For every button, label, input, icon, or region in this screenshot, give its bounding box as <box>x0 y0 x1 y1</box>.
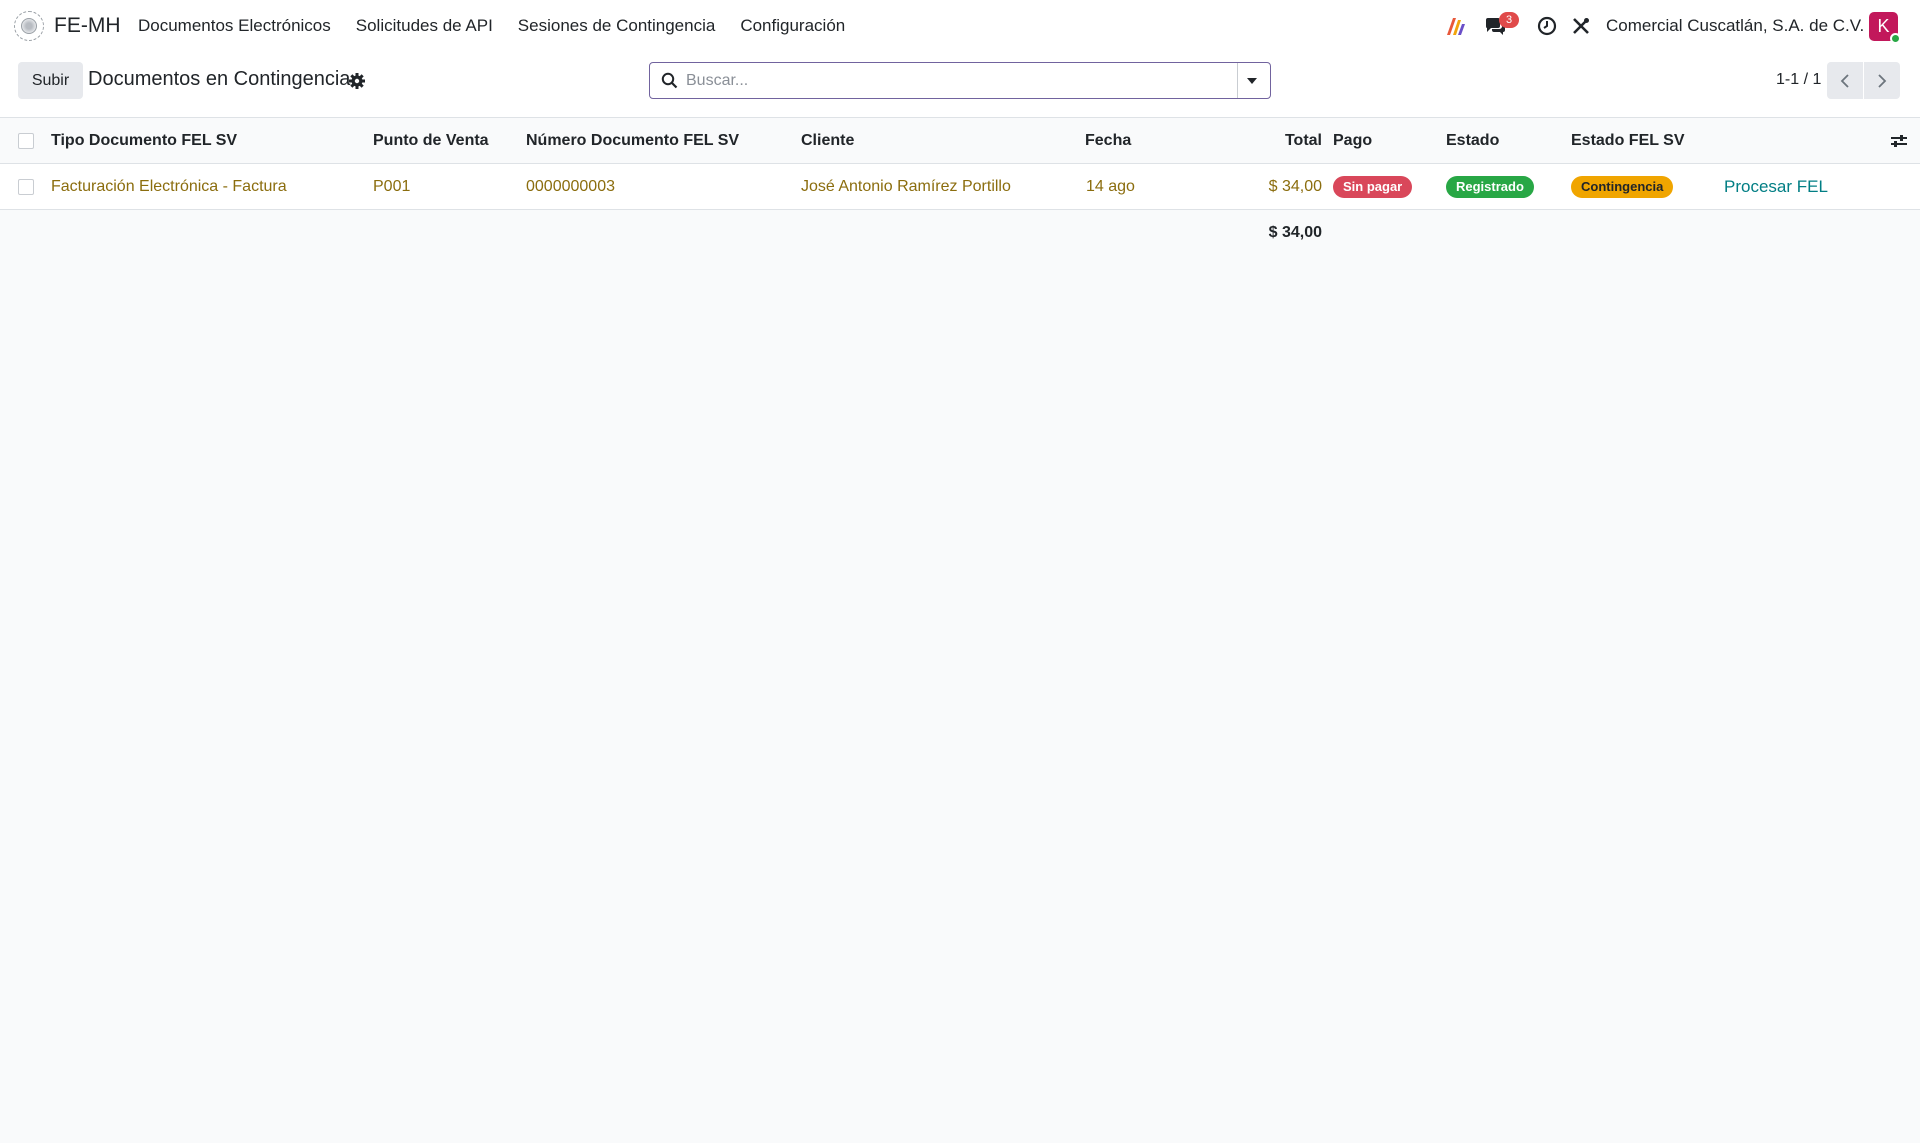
table-row[interactable]: Facturación Electrónica - Factura P001 0… <box>0 164 1920 210</box>
column-header-numero[interactable]: Número Documento FEL SV <box>526 118 739 164</box>
search-bar <box>649 62 1271 99</box>
column-header-total[interactable]: Total <box>1180 118 1322 164</box>
fel-state-badge: Contingencia <box>1571 176 1674 198</box>
cell-numero[interactable]: 0000000003 <box>526 164 615 210</box>
state-badge: Registrado <box>1446 176 1534 198</box>
footer-total: $ 34,00 <box>1268 224 1322 241</box>
avatar-letter: K <box>1877 16 1890 36</box>
app-name[interactable]: FE-MH <box>54 14 121 38</box>
control-panel: Subir Documentos en Contingencia Buscar.… <box>0 52 1920 118</box>
select-all-checkbox[interactable] <box>18 133 34 149</box>
menu-item-configuracion[interactable]: Configuración <box>740 16 845 36</box>
top-navbar: FE-MH Documentos Electrónicos Solicitude… <box>0 0 1920 52</box>
tools-icon[interactable] <box>1572 15 1590 37</box>
table-header: Tipo Documento FEL SV Punto de Venta Núm… <box>0 118 1920 164</box>
pager-value[interactable]: 1-1 / 1 <box>1776 71 1821 89</box>
upload-button[interactable]: Subir <box>18 62 83 99</box>
search-options-toggle[interactable] <box>1247 78 1257 84</box>
menu-item-documentos[interactable]: Documentos Electrónicos <box>138 16 331 36</box>
pager-previous-button[interactable] <box>1827 62 1863 99</box>
payment-status-badge: Sin pagar <box>1333 176 1413 198</box>
clock-icon[interactable] <box>1537 15 1557 37</box>
search-icon <box>661 72 678 94</box>
row-checkbox[interactable] <box>18 179 34 195</box>
process-fel-button[interactable]: Procesar FEL <box>1724 164 1828 210</box>
online-status-dot <box>1890 33 1901 44</box>
search-divider <box>1237 63 1238 98</box>
menu-item-sesiones[interactable]: Sesiones de Contingencia <box>518 16 716 36</box>
seal-icon[interactable] <box>14 11 44 41</box>
column-header-pago[interactable]: Pago <box>1333 118 1372 164</box>
column-header-fecha[interactable]: Fecha <box>1085 118 1131 164</box>
cell-fecha[interactable]: 14 ago <box>1086 164 1135 210</box>
column-header-punto[interactable]: Punto de Venta <box>373 118 489 164</box>
main-menu: Documentos Electrónicos Solicitudes de A… <box>138 16 845 36</box>
cell-pago: Sin pagar <box>1333 164 1413 210</box>
table-footer: $ 34,00 <box>0 210 1920 256</box>
cell-tipo[interactable]: Facturación Electrónica - Factura <box>51 164 287 210</box>
cell-cliente[interactable]: José Antonio Ramírez Portillo <box>801 164 1011 210</box>
page-title: Documentos en Contingencia <box>88 68 351 90</box>
cell-total[interactable]: $ 34,00 <box>1180 164 1322 210</box>
pager-next-button[interactable] <box>1864 62 1900 99</box>
messages-badge: 3 <box>1499 12 1519 28</box>
search-input[interactable] <box>686 69 1226 93</box>
column-header-estado-fel[interactable]: Estado FEL SV <box>1571 118 1685 164</box>
column-header-cliente[interactable]: Cliente <box>801 118 854 164</box>
gear-icon[interactable] <box>348 72 366 90</box>
column-header-estado[interactable]: Estado <box>1446 118 1499 164</box>
chevron-right-icon <box>1878 73 1887 88</box>
column-options-icon[interactable] <box>1890 118 1908 164</box>
avatar[interactable]: K <box>1869 12 1901 44</box>
column-header-tipo[interactable]: Tipo Documento FEL SV <box>51 118 237 164</box>
cell-estado: Registrado <box>1446 164 1534 210</box>
menu-item-solicitudes[interactable]: Solicitudes de API <box>356 16 493 36</box>
ai-assistant-icon[interactable] <box>1445 15 1467 37</box>
cell-estado-fel: Contingencia <box>1571 164 1674 210</box>
chevron-left-icon <box>1840 73 1849 88</box>
cell-punto[interactable]: P001 <box>373 164 410 210</box>
company-switcher[interactable]: Comercial Cuscatlán, S.A. de C.V. <box>1606 16 1864 36</box>
